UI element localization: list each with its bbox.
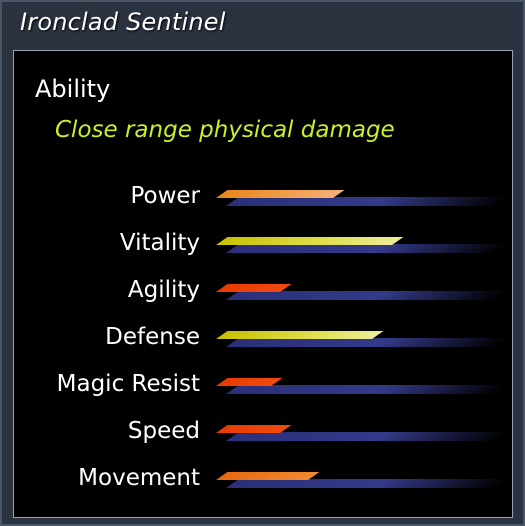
stat-bar-track (226, 291, 509, 300)
stat-bar-track (226, 244, 509, 253)
stat-bar-track (226, 432, 509, 441)
stat-row-agility: Agility (14, 275, 514, 311)
stats-panel: Ability Close range physical damage Powe… (13, 50, 513, 518)
stat-row-magic-resist: Magic Resist (14, 369, 514, 405)
stat-bar-fill (216, 378, 283, 386)
stat-bar-fill (216, 425, 292, 433)
stat-bar-fill (216, 472, 320, 480)
stat-bar-track (226, 385, 509, 394)
stat-label: Defense (105, 324, 200, 350)
stat-label: Speed (127, 418, 200, 444)
stat-label: Power (130, 183, 200, 209)
stats-window: Ironclad Sentinel Ability Close range ph… (0, 0, 525, 526)
stat-bar-fill (216, 284, 292, 292)
ability-label: Ability (35, 75, 111, 103)
stat-bar-fill (216, 190, 345, 198)
stat-row-defense: Defense (14, 322, 514, 358)
stat-label: Vitality (119, 230, 200, 256)
stat-row-vitality: Vitality (14, 228, 514, 264)
stat-bar-track (226, 479, 509, 488)
stat-label: Movement (78, 465, 200, 491)
stat-bar-track (226, 338, 509, 347)
stat-bar-fill (216, 331, 384, 339)
stat-label: Magic Resist (56, 371, 200, 397)
stat-row-speed: Speed (14, 416, 514, 452)
ability-description: Close range physical damage (55, 117, 395, 143)
window-title: Ironclad Sentinel (20, 8, 226, 36)
stat-bar-fill (216, 237, 404, 245)
stat-label: Agility (127, 277, 200, 303)
stat-row-power: Power (14, 181, 514, 217)
stat-row-movement: Movement (14, 463, 514, 499)
stat-bar-track (226, 197, 509, 206)
